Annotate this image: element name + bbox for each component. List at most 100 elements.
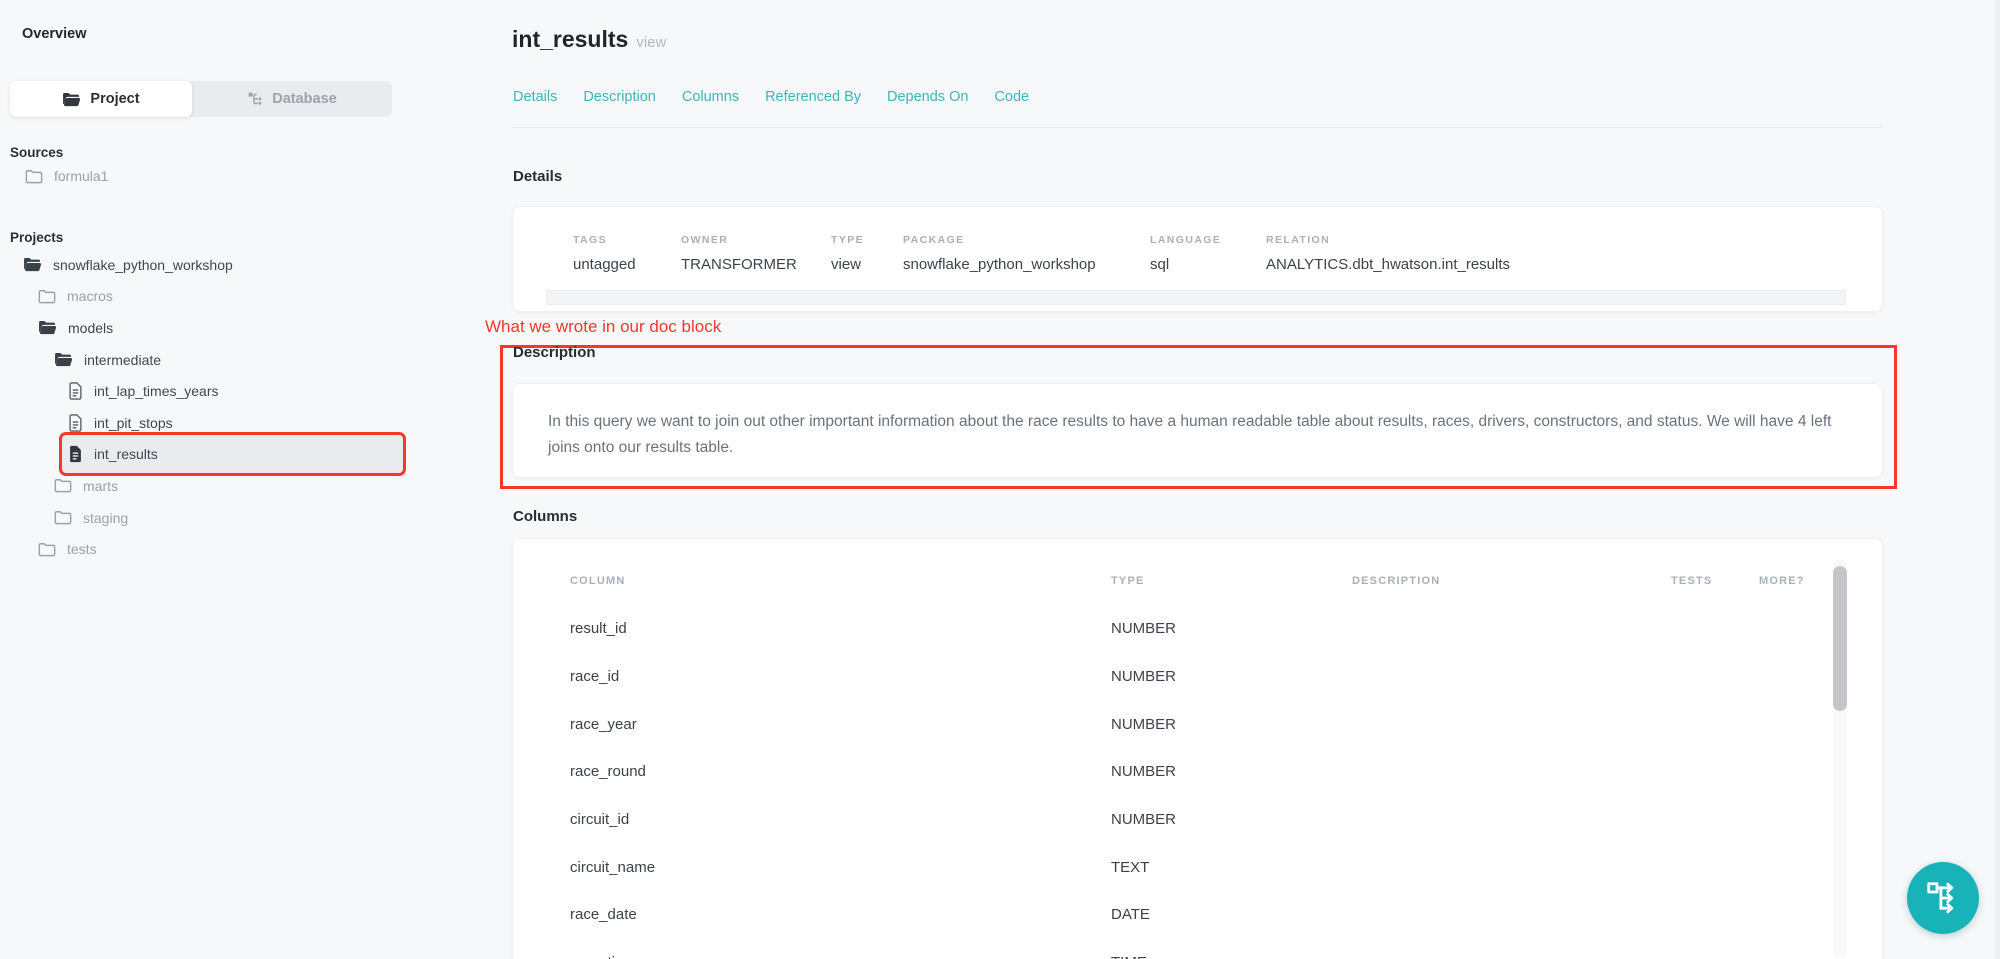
project-tree: snowflake_python_workshop macros models … [0,249,510,565]
project-toggle-button[interactable]: Project [10,81,192,117]
meta-label: TAGS [573,234,607,246]
sidebar-item-intermediate[interactable]: intermediate [0,344,510,376]
sources-heading: Sources [10,145,63,160]
doc-block-annotation: What we wrote in our doc block [485,317,721,337]
column-type: NUMBER [1111,668,1352,685]
description-card: In this query we want to join out other … [512,383,1883,478]
model-name: int_results [512,26,628,52]
meta-label: RELATION [1266,234,1330,246]
sidebar-item-int-pit-stops[interactable]: int_pit_stops [0,407,510,439]
table-row[interactable]: race_date DATE [513,891,1824,939]
column-header-description: DESCRIPTION [1352,575,1671,587]
folder-open-icon [38,320,57,335]
page-title: int_results view [512,26,666,53]
table-row[interactable]: circuit_name TEXT [513,843,1824,891]
folder-icon [54,510,72,525]
column-type: NUMBER [1111,620,1352,637]
tree-item-label: marts [83,478,118,494]
column-type: TIME [1111,954,1352,959]
meta-label: LANGUAGE [1150,234,1221,246]
table-row[interactable]: race_year NUMBER [513,700,1824,748]
page-scrollbar[interactable] [1995,0,2000,959]
file-solid-icon [68,445,83,463]
tab-details[interactable]: Details [513,89,557,105]
tree-item-label: intermediate [84,352,161,368]
table-row[interactable]: race_round NUMBER [513,748,1824,796]
table-scrollbar-thumb[interactable] [1833,566,1847,711]
meta-value: TRANSFORMER [681,256,797,273]
columns-heading: Columns [513,508,577,525]
description-heading: Description [513,344,596,361]
tab-referenced-by[interactable]: Referenced By [765,89,861,105]
tree-item-label: staging [83,510,128,526]
tree-item-label: models [68,320,113,336]
tab-columns[interactable]: Columns [682,89,739,105]
columns-table-header: COLUMN TYPE DESCRIPTION TESTS MORE? [513,575,1824,587]
sidebar-item-tests[interactable]: tests [0,533,510,565]
details-card: TAGS untagged OWNER TRANSFORMER TYPE vie… [512,206,1883,312]
table-row[interactable]: circuit_id NUMBER [513,796,1824,844]
sidebar-item-marts[interactable]: marts [0,470,510,502]
tab-code[interactable]: Code [994,89,1029,105]
table-row[interactable]: race_time TIME [513,939,1824,959]
sidebar-item-staging[interactable]: staging [0,502,510,534]
column-header-more: MORE? [1759,575,1824,587]
model-type-badge: view [636,34,666,51]
details-heading: Details [513,168,562,185]
tree-item-label: macros [67,288,113,304]
details-collapsed-strip [546,290,1846,305]
sidebar: Overview Project Database Sources formul… [0,0,510,959]
column-type: TEXT [1111,859,1352,876]
column-name: race_year [570,716,1111,733]
tab-bar: Details Description Columns Referenced B… [513,89,1029,105]
columns-table-body: result_id NUMBER race_id NUMBER race_yea… [513,605,1824,959]
project-toggle-label: Project [90,91,139,107]
folder-icon [38,542,56,557]
database-tree-icon [247,91,263,107]
meta-label: OWNER [681,234,728,246]
source-label: formula1 [54,168,108,184]
tab-description[interactable]: Description [583,89,656,105]
sidebar-item-macros[interactable]: macros [0,281,510,313]
tree-item-label: tests [67,541,97,557]
meta-label: TYPE [831,234,864,246]
sidebar-item-int-lap-times-years[interactable]: int_lap_times_years [0,375,510,407]
folder-icon [25,169,43,184]
column-header-type: TYPE [1111,575,1352,587]
meta-label: PACKAGE [903,234,965,246]
folder-open-icon [54,352,73,367]
column-type: NUMBER [1111,716,1352,733]
tree-item-label: snowflake_python_workshop [53,257,233,273]
tree-item-label: int_results [94,446,158,462]
column-type: NUMBER [1111,763,1352,780]
column-name: result_id [570,620,1111,637]
column-name: circuit_name [570,859,1111,876]
database-toggle-label: Database [272,91,336,107]
tab-divider [512,127,1883,128]
folder-open-icon [62,92,81,107]
table-scrollbar-track [1833,559,1847,959]
meta-value: ANALYTICS.dbt_hwatson.int_results [1266,256,1510,273]
sidebar-item-int-results[interactable]: int_results [62,435,403,473]
column-header-column: COLUMN [570,575,1111,587]
sidebar-item-snowflake-python-workshop[interactable]: snowflake_python_workshop [0,249,510,281]
sidebar-item-formula1[interactable]: formula1 [25,168,108,184]
table-row[interactable]: result_id NUMBER [513,605,1824,653]
meta-value: view [831,256,861,273]
column-header-tests: TESTS [1671,575,1759,587]
column-type: DATE [1111,906,1352,923]
column-name: race_date [570,906,1111,923]
lineage-graph-button[interactable] [1907,862,1979,934]
main-content: int_resultsview Details Description Colu… [512,0,1883,959]
description-text: In this query we want to join out other … [548,409,1853,461]
tab-depends-on[interactable]: Depends On [887,89,968,105]
meta-value: untagged [573,256,636,273]
meta-value: sql [1150,256,1169,273]
table-row[interactable]: race_id NUMBER [513,653,1824,701]
sidebar-item-models[interactable]: models [0,312,510,344]
file-icon [68,382,83,400]
column-type: NUMBER [1111,811,1352,828]
overview-heading: Overview [22,26,87,42]
database-toggle-button[interactable]: Database [192,81,392,117]
column-name: race_time [570,954,1111,959]
